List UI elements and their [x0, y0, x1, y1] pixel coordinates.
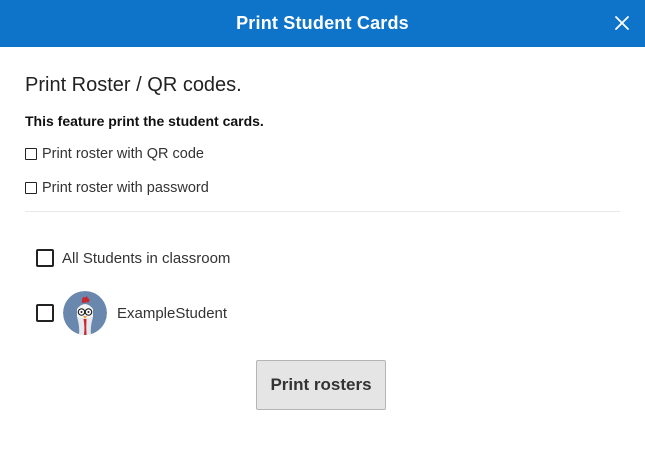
option-password[interactable]: Print roster with password — [25, 180, 209, 196]
divider — [25, 211, 620, 212]
dialog-header: Print Student Cards — [0, 0, 645, 47]
feature-description: This feature print the student cards. — [25, 113, 264, 129]
print-rosters-button[interactable]: Print rosters — [256, 360, 386, 410]
select-all-label: All Students in classroom — [62, 249, 231, 267]
qr-code-label: Print roster with QR code — [42, 146, 204, 162]
password-label: Print roster with password — [42, 180, 209, 196]
dialog-title: Print Student Cards — [236, 13, 409, 33]
option-qr-code[interactable]: Print roster with QR code — [25, 146, 204, 162]
chicken-avatar-icon — [63, 291, 107, 335]
section-title: Print Roster / QR codes. — [25, 74, 242, 96]
avatar — [63, 291, 107, 335]
select-all-row[interactable]: All Students in classroom — [36, 249, 230, 267]
qr-code-checkbox[interactable] — [25, 148, 37, 160]
close-icon — [615, 16, 629, 30]
password-checkbox[interactable] — [25, 182, 37, 194]
select-all-checkbox[interactable] — [36, 249, 54, 267]
print-student-cards-dialog: Print Student Cards Print Roster / QR co… — [0, 0, 645, 449]
close-button[interactable] — [613, 14, 631, 32]
student-checkbox[interactable] — [36, 304, 54, 322]
student-row[interactable]: ExampleStudent — [36, 291, 227, 335]
student-name: ExampleStudent — [117, 304, 228, 322]
